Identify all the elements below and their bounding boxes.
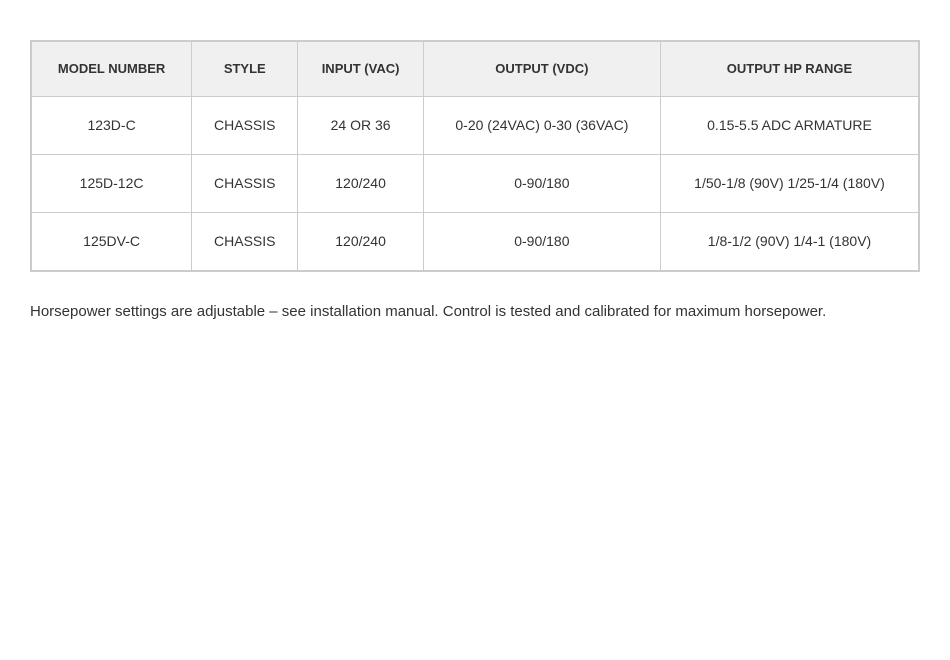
header-output-hp-range: OUTPUT HP RANGE: [660, 42, 918, 97]
cell-style-1: CHASSIS: [192, 155, 298, 213]
table-row: 125D-12CCHASSIS120/2400-90/1801/50-1/8 (…: [32, 155, 919, 213]
cell-output_vdc-1: 0-90/180: [423, 155, 660, 213]
footer-note: Horsepower settings are adjustable – see…: [30, 300, 920, 324]
table-row: 123D-CCHASSIS24 OR 360-20 (24VAC) 0-30 (…: [32, 97, 919, 155]
cell-output_vdc-0: 0-20 (24VAC) 0-30 (36VAC): [423, 97, 660, 155]
cell-output_hp-1: 1/50-1/8 (90V) 1/25-1/4 (180V): [660, 155, 918, 213]
header-output-vdc: OUTPUT (VDC): [423, 42, 660, 97]
cell-input-1: 120/240: [298, 155, 423, 213]
product-table: MODEL NUMBER STYLE INPUT (VAC) OUTPUT (V…: [31, 41, 919, 271]
header-input-vac: INPUT (VAC): [298, 42, 423, 97]
cell-input-2: 120/240: [298, 213, 423, 271]
header-style: STYLE: [192, 42, 298, 97]
cell-model-0: 123D-C: [32, 97, 192, 155]
cell-output_hp-2: 1/8-1/2 (90V) 1/4-1 (180V): [660, 213, 918, 271]
cell-model-1: 125D-12C: [32, 155, 192, 213]
cell-output_vdc-2: 0-90/180: [423, 213, 660, 271]
cell-output_hp-0: 0.15-5.5 ADC ARMATURE: [660, 97, 918, 155]
table-row: 125DV-CCHASSIS120/2400-90/1801/8-1/2 (90…: [32, 213, 919, 271]
product-table-container: MODEL NUMBER STYLE INPUT (VAC) OUTPUT (V…: [30, 40, 920, 272]
table-header-row: MODEL NUMBER STYLE INPUT (VAC) OUTPUT (V…: [32, 42, 919, 97]
cell-input-0: 24 OR 36: [298, 97, 423, 155]
header-model-number: MODEL NUMBER: [32, 42, 192, 97]
cell-model-2: 125DV-C: [32, 213, 192, 271]
cell-style-0: CHASSIS: [192, 97, 298, 155]
cell-style-2: CHASSIS: [192, 213, 298, 271]
